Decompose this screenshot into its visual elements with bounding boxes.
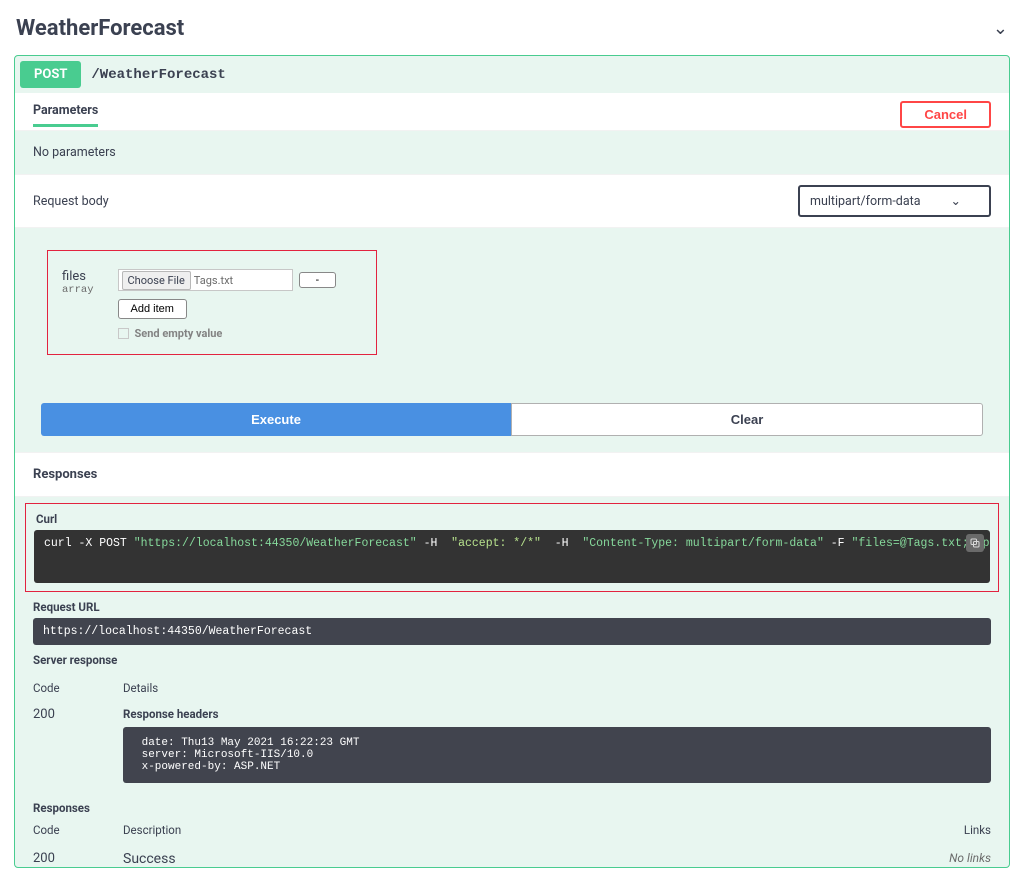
server-response-row: 200 Response headers date: Thu13 May 202… bbox=[15, 703, 1009, 787]
op-path: /WeatherForecast bbox=[91, 67, 225, 83]
curl-block: Curl curl -X POST "https://localhost:443… bbox=[25, 503, 999, 592]
clear-button[interactable]: Clear bbox=[511, 403, 983, 436]
request-url-label: Request URL bbox=[33, 600, 991, 614]
curl-label: Curl bbox=[36, 512, 990, 526]
send-empty-checkbox[interactable] bbox=[118, 328, 129, 339]
server-response-label: Server response bbox=[33, 653, 991, 667]
curl-code[interactable]: curl -X POST "https://localhost:44350/We… bbox=[34, 530, 990, 583]
col-code: Code bbox=[33, 681, 83, 695]
execute-button[interactable]: Execute bbox=[41, 403, 511, 436]
section-header: WeatherForecast ⌄ bbox=[14, 10, 1010, 55]
content-type-select[interactable]: multipart/form-data ⌄ bbox=[798, 185, 991, 217]
parameters-tab[interactable]: Parameters bbox=[33, 103, 98, 127]
execute-row: Execute Clear bbox=[15, 391, 1009, 452]
opblock-post: POST /WeatherForecast Parameters Cancel … bbox=[14, 55, 1010, 868]
col-code: Code bbox=[33, 823, 83, 837]
response-code: 200 bbox=[33, 707, 83, 722]
choose-file-button[interactable]: Choose File bbox=[122, 271, 191, 290]
col-links: Links bbox=[931, 823, 991, 837]
documented-desc: Success bbox=[123, 851, 891, 867]
response-headers-code[interactable]: date: Thu13 May 2021 16:22:23 GMT server… bbox=[123, 727, 991, 783]
request-url-block: https://localhost:44350/WeatherForecast bbox=[33, 618, 991, 645]
add-item-button[interactable]: Add item bbox=[118, 299, 187, 319]
send-empty-label: Send empty value bbox=[135, 327, 223, 340]
cancel-button[interactable]: Cancel bbox=[900, 101, 991, 128]
request-body-label: Request body bbox=[33, 194, 109, 209]
documented-code: 200 bbox=[33, 851, 83, 866]
files-param-meta: files array bbox=[62, 269, 94, 340]
server-response-head: Code Details bbox=[15, 671, 1009, 703]
param-name: files bbox=[62, 269, 94, 284]
col-desc: Description bbox=[123, 823, 891, 837]
documented-responses-label: Responses bbox=[15, 787, 1009, 817]
op-body: Parameters Cancel No parameters Request … bbox=[15, 93, 1009, 867]
remove-item-button[interactable]: - bbox=[299, 272, 337, 288]
param-type: array bbox=[62, 284, 94, 296]
documented-head: Code Description Links bbox=[15, 817, 1009, 843]
request-url-value[interactable]: https://localhost:44350/WeatherForecast bbox=[33, 618, 991, 645]
no-parameters-text: No parameters bbox=[15, 131, 1009, 174]
files-param-controls: Choose File Tags.txt - Add item Send emp… bbox=[118, 269, 337, 340]
tag-title: WeatherForecast bbox=[16, 16, 184, 41]
file-row: Choose File Tags.txt - bbox=[118, 269, 337, 291]
chevron-down-icon[interactable]: ⌄ bbox=[993, 18, 1008, 39]
col-details: Details bbox=[123, 681, 991, 695]
responses-label: Responses bbox=[15, 452, 1009, 497]
send-empty-row[interactable]: Send empty value bbox=[118, 327, 337, 340]
copy-icon[interactable] bbox=[966, 534, 984, 552]
method-badge: POST bbox=[20, 61, 81, 88]
chevron-down-icon: ⌄ bbox=[951, 193, 961, 209]
files-param-box: files array Choose File Tags.txt - Add i… bbox=[47, 250, 377, 355]
parameters-bar: Parameters Cancel bbox=[15, 93, 1009, 131]
request-body-bar: Request body multipart/form-data ⌄ bbox=[15, 174, 1009, 228]
documented-row: 200 Success No links bbox=[15, 843, 1009, 867]
opblock-summary[interactable]: POST /WeatherForecast bbox=[15, 56, 1009, 93]
file-input[interactable]: Choose File Tags.txt bbox=[118, 269, 293, 291]
selected-file-name: Tags.txt bbox=[194, 274, 233, 287]
response-headers-label: Response headers bbox=[123, 707, 991, 721]
documented-links: No links bbox=[931, 851, 991, 865]
response-details: Response headers date: Thu13 May 2021 16… bbox=[123, 707, 991, 783]
files-block: files array Choose File Tags.txt - Add i… bbox=[15, 228, 1009, 391]
content-type-value: multipart/form-data bbox=[810, 194, 921, 209]
